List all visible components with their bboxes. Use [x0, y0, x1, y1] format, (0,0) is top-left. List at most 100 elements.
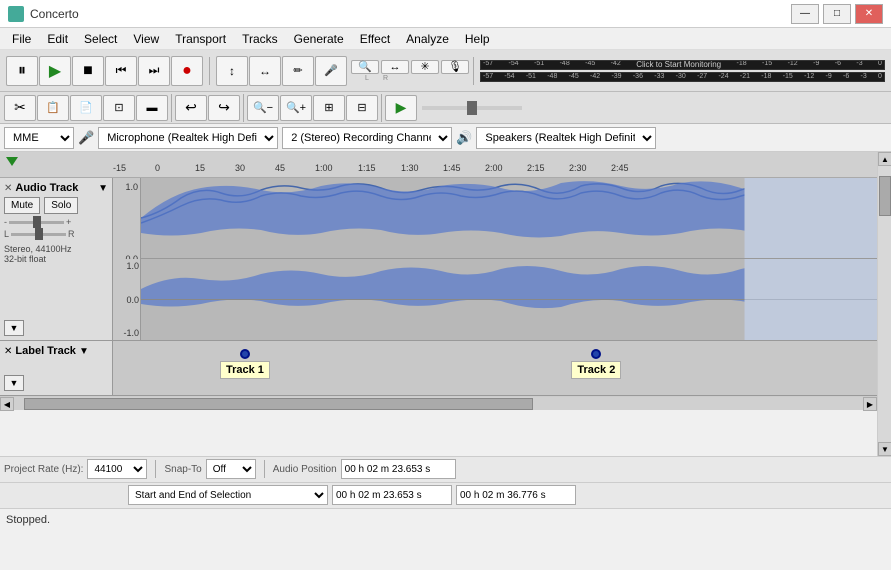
ruler-mark: 15 — [195, 163, 205, 173]
app-icon — [8, 6, 24, 22]
zoom-sel-button[interactable]: ⊞ — [313, 95, 345, 121]
undo-button[interactable]: ↩ — [175, 95, 207, 121]
audio-track: ✕ Audio Track ▼ Mute Solo - + L — [0, 178, 877, 341]
gain-slider[interactable] — [9, 221, 64, 224]
divider-5 — [381, 94, 382, 122]
track-collapse-button[interactable]: ▼ — [4, 320, 24, 336]
h-scroll-track[interactable] — [14, 397, 863, 410]
vu-meter-top[interactable]: -57-54-51-48-45-42 Click to Start Monito… — [480, 60, 885, 70]
close-button[interactable]: ✕ — [855, 4, 883, 24]
silence-button[interactable]: ▬ — [136, 95, 168, 121]
scroll-down-button[interactable]: ▼ — [878, 442, 891, 456]
audio-position-input[interactable] — [341, 459, 456, 479]
r-label: R — [383, 75, 388, 82]
ruler-mark: 1:00 — [315, 163, 333, 173]
project-rate-select[interactable]: 44100 — [87, 459, 147, 479]
track1-label: Track 1 — [220, 361, 270, 379]
mic-button[interactable]: 🎤 — [315, 56, 347, 86]
gain-slider-row: - + — [4, 217, 108, 227]
label-track-expand[interactable]: ▼ — [79, 346, 89, 357]
label-track-collapse[interactable]: ▼ — [4, 375, 24, 391]
menu-transport[interactable]: Transport — [167, 30, 234, 48]
menu-file[interactable]: File — [4, 30, 39, 48]
menu-help[interactable]: Help — [457, 30, 498, 48]
trim-button[interactable]: ⊡ — [103, 95, 135, 121]
track-close-button[interactable]: ✕ — [4, 183, 12, 194]
solo-button[interactable]: Solo — [44, 197, 78, 214]
label-track1: Track 1 — [220, 349, 270, 379]
menu-select[interactable]: Select — [76, 30, 125, 48]
ruler-mark: 45 — [275, 163, 285, 173]
host-select[interactable]: MME — [4, 127, 74, 149]
multi-tool[interactable]: ✳ — [411, 60, 439, 74]
ruler-mark: 2:00 — [485, 163, 503, 173]
track-name: Audio Track — [12, 182, 98, 194]
play-button[interactable]: ▶ — [39, 56, 71, 86]
zoom-in-tool[interactable]: 🔍 — [351, 60, 379, 74]
redo-button[interactable]: ↪ — [208, 95, 240, 121]
pan-tool[interactable]: ↔ — [381, 60, 409, 74]
audio-position-label: Audio Position — [273, 464, 337, 475]
ruler-mark: -15 — [113, 163, 126, 173]
bottom-row2: Start and End of Selection — [0, 483, 891, 508]
track2-label: Track 2 — [571, 361, 621, 379]
envelope-tool[interactable]: ↔ — [249, 56, 281, 86]
menu-generate[interactable]: Generate — [286, 30, 352, 48]
minimize-button[interactable]: — — [791, 4, 819, 24]
track-header: ✕ Audio Track ▼ — [4, 182, 108, 194]
h-scroll-thumb[interactable] — [24, 398, 533, 410]
zoom-fit-button[interactable]: ⊟ — [346, 95, 378, 121]
menu-analyze[interactable]: Analyze — [398, 30, 457, 48]
selection-mode-select[interactable]: Start and End of Selection — [128, 485, 328, 505]
vu-mic-btn[interactable]: 🎙 — [441, 60, 469, 74]
cut-button[interactable]: ✂ — [4, 95, 36, 121]
scroll-right-button[interactable]: ▶ — [863, 397, 877, 411]
selection-start-input[interactable] — [332, 485, 452, 505]
v-scroll-track[interactable] — [878, 166, 891, 442]
scroll-left-button[interactable]: ◀ — [0, 397, 14, 411]
skip-back-button[interactable]: ⏮ — [105, 56, 137, 86]
zoom-in-button[interactable]: 🔍+ — [280, 95, 312, 121]
pause-button[interactable]: ⏸ — [6, 56, 38, 86]
scroll-up-button[interactable]: ▲ — [878, 152, 891, 166]
h-scrollbar: ◀ ▶ — [0, 396, 877, 410]
selection-end-input[interactable] — [456, 485, 576, 505]
maximize-button[interactable]: □ — [823, 4, 851, 24]
mic-device-select[interactable]: Microphone (Realtek High Defini — [98, 127, 278, 149]
scale-top: 1.0 — [115, 182, 138, 192]
play-green-button[interactable]: ▶ — [385, 95, 417, 121]
waveform-display — [141, 178, 877, 340]
menu-view[interactable]: View — [125, 30, 167, 48]
menu-tracks[interactable]: Tracks — [234, 30, 286, 48]
cursor-tool[interactable]: ↕ — [216, 56, 248, 86]
track-waveform: 1.0 0.0 -1.0 — [113, 178, 877, 340]
divider-2 — [473, 57, 474, 85]
track-expand-button[interactable]: ▼ — [98, 183, 108, 194]
snap-to-select[interactable]: Off — [206, 459, 256, 479]
scale-bottom-channel: 1.0 0.0 -1.0 — [113, 259, 141, 340]
menu-effect[interactable]: Effect — [352, 30, 398, 48]
transport-controls: ⏸ ▶ ■ ⏮ ⏭ ● — [4, 55, 205, 87]
mute-button[interactable]: Mute — [4, 197, 40, 214]
snap-to-label: Snap-To — [164, 464, 201, 475]
playback-speed-slider[interactable] — [422, 106, 522, 110]
click-monitor[interactable]: Click to Start Monitoring — [636, 60, 721, 69]
pan-slider[interactable] — [11, 233, 66, 236]
v-scroll-thumb[interactable] — [879, 176, 891, 216]
skip-forward-button[interactable]: ⏭ — [138, 56, 170, 86]
channels-select[interactable]: 2 (Stereo) Recording Channels — [282, 127, 452, 149]
menu-edit[interactable]: Edit — [39, 30, 76, 48]
draw-tool[interactable]: ✏ — [282, 56, 314, 86]
stop-button[interactable]: ■ — [72, 56, 104, 86]
label-track-close[interactable]: ✕ — [4, 346, 12, 357]
track-buttons: Mute Solo — [4, 197, 108, 214]
zoom-out-button[interactable]: 🔍− — [247, 95, 279, 121]
ruler-mark: 1:30 — [401, 163, 419, 173]
ruler-mark: 2:45 — [611, 163, 629, 173]
vu-meter-bottom[interactable]: -57-54-51-48-45-42-39-36-33-30-27-24-21-… — [480, 72, 885, 82]
record-button[interactable]: ● — [171, 56, 203, 86]
copy-button[interactable]: 📋 — [37, 95, 69, 121]
speaker-device-select[interactable]: Speakers (Realtek High Definiti) — [476, 127, 656, 149]
paste-button[interactable]: 📄 — [70, 95, 102, 121]
ruler-mark: 1:15 — [358, 163, 376, 173]
